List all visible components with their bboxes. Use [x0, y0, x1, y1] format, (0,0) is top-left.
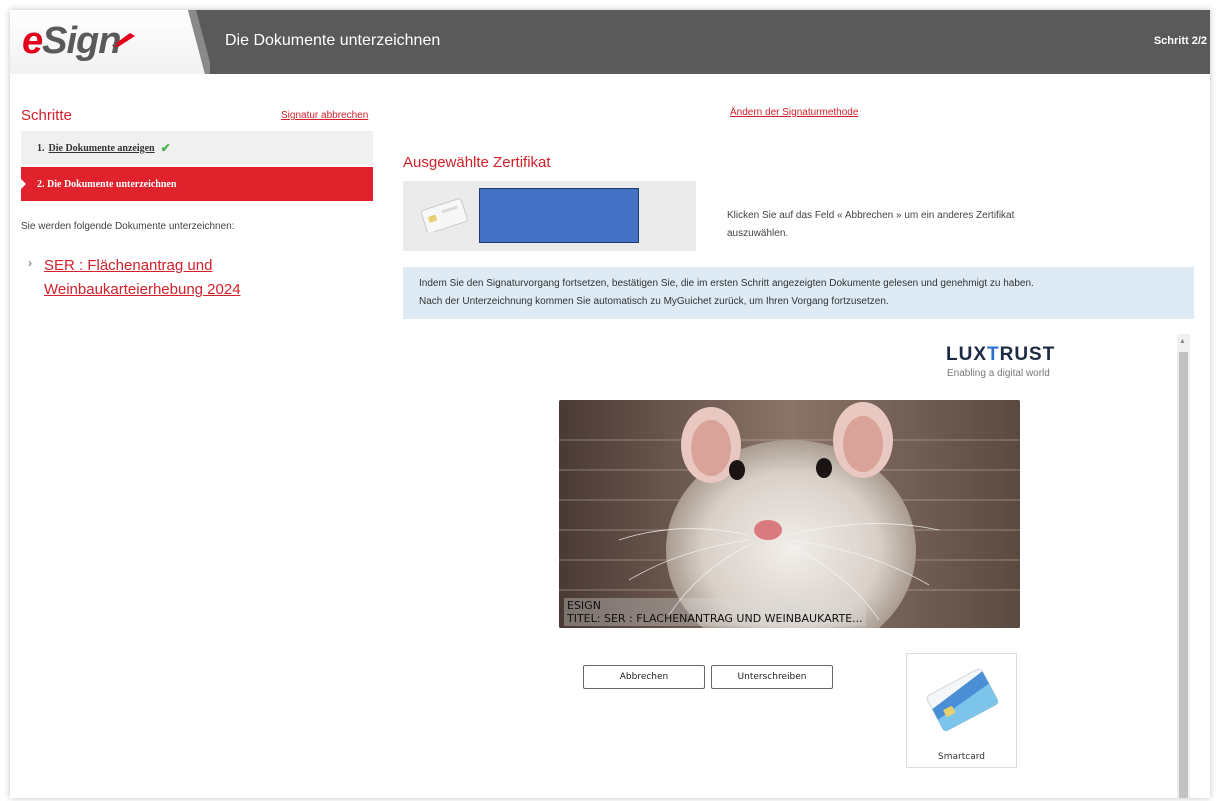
documents-intro-text: Sie werden folgende Dokumente unterzeich…: [21, 221, 235, 232]
chevron-right-icon: ›: [28, 256, 32, 270]
luxtrust-logo-left: LUX: [946, 344, 987, 365]
certificate-box: [403, 181, 696, 251]
step-indicator: Schritt 2/2: [1153, 35, 1207, 47]
info-line-2: Nach der Unterzeichnung kommen Sie autom…: [419, 296, 889, 307]
active-step-arrow-icon: [21, 179, 26, 189]
smartcard-icon: [926, 668, 999, 732]
scroll-up-arrow-icon[interactable]: ▲: [1179, 338, 1186, 345]
app-header: eSign Die Dokumente unterzeichnen Schrit…: [10, 10, 1210, 74]
luxtrust-logo-right: RUST: [999, 344, 1056, 365]
security-image-caption: ESIGN TITEL: SER : FLACHENANTRAG UND WEI…: [564, 598, 866, 626]
step-2-label: 2. Die Dokumente unterzeichnen: [37, 178, 177, 190]
luxtrust-tagline: Enabling a digital world: [947, 368, 1050, 379]
steps-title: Schritte: [21, 107, 72, 124]
step-1-number: 1.: [37, 142, 45, 154]
luxtrust-logo-mid: T: [987, 344, 1000, 365]
smartcard-label: Smartcard: [938, 752, 985, 762]
change-signature-method-link[interactable]: Ändern der Signaturmethode: [730, 107, 858, 118]
checkmark-icon: ✔: [160, 140, 171, 155]
certificate-hint: Klicken Sie auf das Feld « Abbrechen » u…: [727, 210, 1015, 239]
esign-window: eSign Die Dokumente unterzeichnen Schrit…: [10, 10, 1210, 798]
info-line-1: Indem Sie den Signaturvorgang fortsetzen…: [419, 278, 1034, 289]
caption-line-1: ESIGN: [567, 599, 601, 612]
step-1-view-documents[interactable]: 1. Die Dokumente anzeigen ✔: [21, 131, 373, 165]
document-link[interactable]: SER : Flächenantrag und Weinbaukarteierh…: [44, 254, 364, 302]
esign-logo: eSign: [22, 20, 121, 62]
step-1-label[interactable]: Die Dokumente anzeigen: [49, 143, 155, 154]
page-title: Die Dokumente unterzeichnen: [225, 32, 441, 49]
security-image: ESIGN TITEL: SER : FLACHENANTRAG UND WEI…: [559, 400, 1020, 628]
scrollbar-thumb[interactable]: [1179, 352, 1188, 798]
selected-certificate-title: Ausgewählte Zertifikat: [403, 154, 551, 171]
scrollbar[interactable]: ▲: [1177, 334, 1190, 798]
step-2-sign-documents: 2. Die Dokumente unterzeichnen: [21, 167, 373, 201]
smartcard-option[interactable]: Smartcard: [906, 653, 1017, 768]
luxtrust-logo: LUXTRUST: [946, 344, 1055, 366]
card-icon: [420, 198, 468, 232]
mouse-photo: [559, 400, 1020, 628]
sign-button[interactable]: Unterschreiben: [711, 665, 833, 689]
redacted-certificate-name[interactable]: [479, 188, 639, 243]
pen-icon: [112, 33, 135, 47]
info-notice: Indem Sie den Signaturvorgang fortsetzen…: [403, 267, 1194, 319]
cancel-button[interactable]: Abbrechen: [583, 665, 705, 689]
caption-line-2: TITEL: SER : FLACHENANTRAG UND WEINBAUKA…: [567, 612, 863, 625]
cancel-signature-link[interactable]: Signatur abbrechen: [281, 110, 368, 121]
